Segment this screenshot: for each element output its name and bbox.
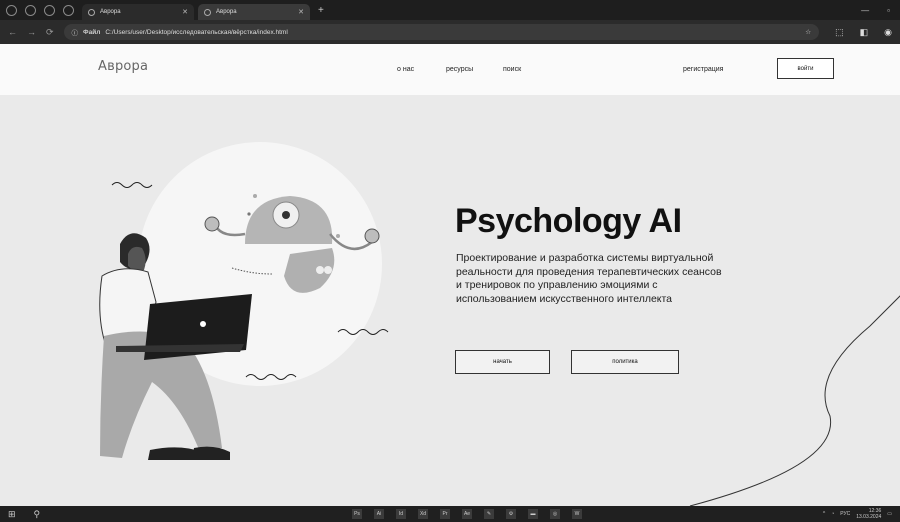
person-face: [128, 246, 146, 272]
forward-icon[interactable]: →: [27, 27, 36, 37]
wifi-icon[interactable]: ◔: [831, 511, 834, 517]
window-controls: — ▫: [861, 6, 900, 15]
browser-icon[interactable]: ◎: [550, 509, 560, 519]
illustrator-icon[interactable]: Ai: [374, 509, 384, 519]
globe-icon: [88, 8, 95, 16]
robot-body-eye-1: [316, 266, 324, 274]
minimize-icon[interactable]: —: [861, 6, 869, 15]
after-effects-icon[interactable]: Ae: [462, 509, 472, 519]
windows-start-icon[interactable]: ⊞: [8, 509, 16, 520]
pen-app-icon[interactable]: ✎: [484, 509, 494, 519]
start-button[interactable]: начать: [455, 350, 550, 374]
browser-tab-1-title: Аврора: [100, 9, 121, 15]
globe-icon: [204, 8, 211, 16]
keyboard-lang[interactable]: РУС: [840, 511, 850, 517]
url-path: C:/Users/user/Desktop/исследовательская/…: [105, 28, 288, 36]
profile-icon[interactable]: ◉: [884, 27, 892, 38]
browser-tab-2-title: Аврора: [216, 9, 237, 15]
dot-3: [247, 212, 251, 216]
site-header: Аврора о нас ресурсы поиск регистрация в…: [0, 44, 900, 95]
login-button[interactable]: войти: [777, 58, 834, 79]
nav-about[interactable]: о нас: [397, 66, 414, 73]
extensions-icon[interactable]: ⬚: [835, 27, 844, 38]
sidebar-icon[interactable]: ◧: [860, 27, 869, 38]
nav-resources[interactable]: ресурсы: [446, 66, 473, 73]
address-bar: ← → ⟳ ⓘ Файл C:/Users/user/Desktop/иссле…: [0, 20, 900, 44]
clock-date: 13.03.2024: [856, 514, 882, 520]
back-icon[interactable]: ←: [8, 27, 17, 37]
chevron-up-icon[interactable]: ^: [823, 511, 825, 517]
new-tab-button[interactable]: +: [318, 5, 324, 16]
site-logo[interactable]: Аврора: [98, 59, 148, 74]
star-icon[interactable]: ☆: [805, 28, 811, 36]
xd-icon[interactable]: Xd: [418, 509, 428, 519]
info-icon[interactable]: ⓘ: [72, 27, 79, 37]
clock[interactable]: 12:36 13.03.2024: [856, 508, 881, 520]
tab-group-icon[interactable]: [25, 4, 36, 16]
folder-icon[interactable]: ▬: [528, 509, 538, 519]
tab-group-icon-3[interactable]: [63, 4, 74, 16]
dot-1: [253, 194, 257, 198]
laptop-logo: [200, 321, 206, 327]
indesign-icon[interactable]: Id: [396, 509, 406, 519]
tab-search-icon[interactable]: [6, 4, 17, 16]
premiere-icon[interactable]: Pr: [440, 509, 450, 519]
word-icon[interactable]: W: [572, 509, 582, 519]
web-page: Аврора о нас ресурсы поиск регистрация в…: [0, 44, 900, 506]
nav-search[interactable]: поиск: [503, 66, 521, 73]
notifications-icon[interactable]: ▭: [887, 511, 892, 517]
close-tab-icon[interactable]: ✕: [298, 8, 304, 16]
close-tab-icon[interactable]: ✕: [182, 8, 188, 16]
nav-register[interactable]: регистрация: [683, 66, 723, 73]
browser-tab-2[interactable]: Аврора ✕: [198, 4, 310, 20]
taskbar-apps: Ps Ai Id Xd Pr Ae ✎ ⚙ ▬ ◎ W: [352, 509, 582, 519]
person-shoe-right: [192, 446, 230, 460]
photoshop-icon[interactable]: Ps: [352, 509, 362, 519]
reload-icon[interactable]: ⟳: [46, 27, 54, 38]
hero-illustration: [99, 142, 900, 506]
browser-tab-strip: Аврора ✕ Аврора ✕ + — ▫: [0, 0, 900, 20]
robot-hand-left: [204, 216, 220, 232]
settings-icon[interactable]: ⚙: [506, 509, 516, 519]
policy-button[interactable]: политика: [571, 350, 679, 374]
url-field[interactable]: ⓘ Файл C:/Users/user/Desktop/исследовате…: [63, 24, 820, 40]
system-tray: ^ ◔ РУС 12:36 13.03.2024 ▭: [823, 508, 892, 520]
hero-title: Psychology AI: [455, 202, 682, 240]
dot-2: [336, 234, 340, 238]
robot-body-eye-2: [324, 266, 332, 274]
squiggle-1: [111, 182, 153, 188]
search-icon[interactable]: ⚲: [34, 509, 41, 520]
robot-pupil: [282, 211, 290, 219]
tab-group-icon-2[interactable]: [44, 4, 55, 16]
robot-hand-right: [364, 228, 380, 244]
url-scheme: Файл: [83, 28, 101, 36]
decorative-curve: [689, 295, 900, 506]
hero-description: Проектирование и разработка системы вирт…: [456, 252, 722, 305]
maximize-icon[interactable]: ▫: [887, 6, 890, 15]
browser-tab-1[interactable]: Аврора ✕: [82, 4, 194, 20]
os-taskbar: ⊞ ⚲ Ps Ai Id Xd Pr Ae ✎ ⚙ ▬ ◎ W ^ ◔ РУС …: [0, 506, 900, 522]
